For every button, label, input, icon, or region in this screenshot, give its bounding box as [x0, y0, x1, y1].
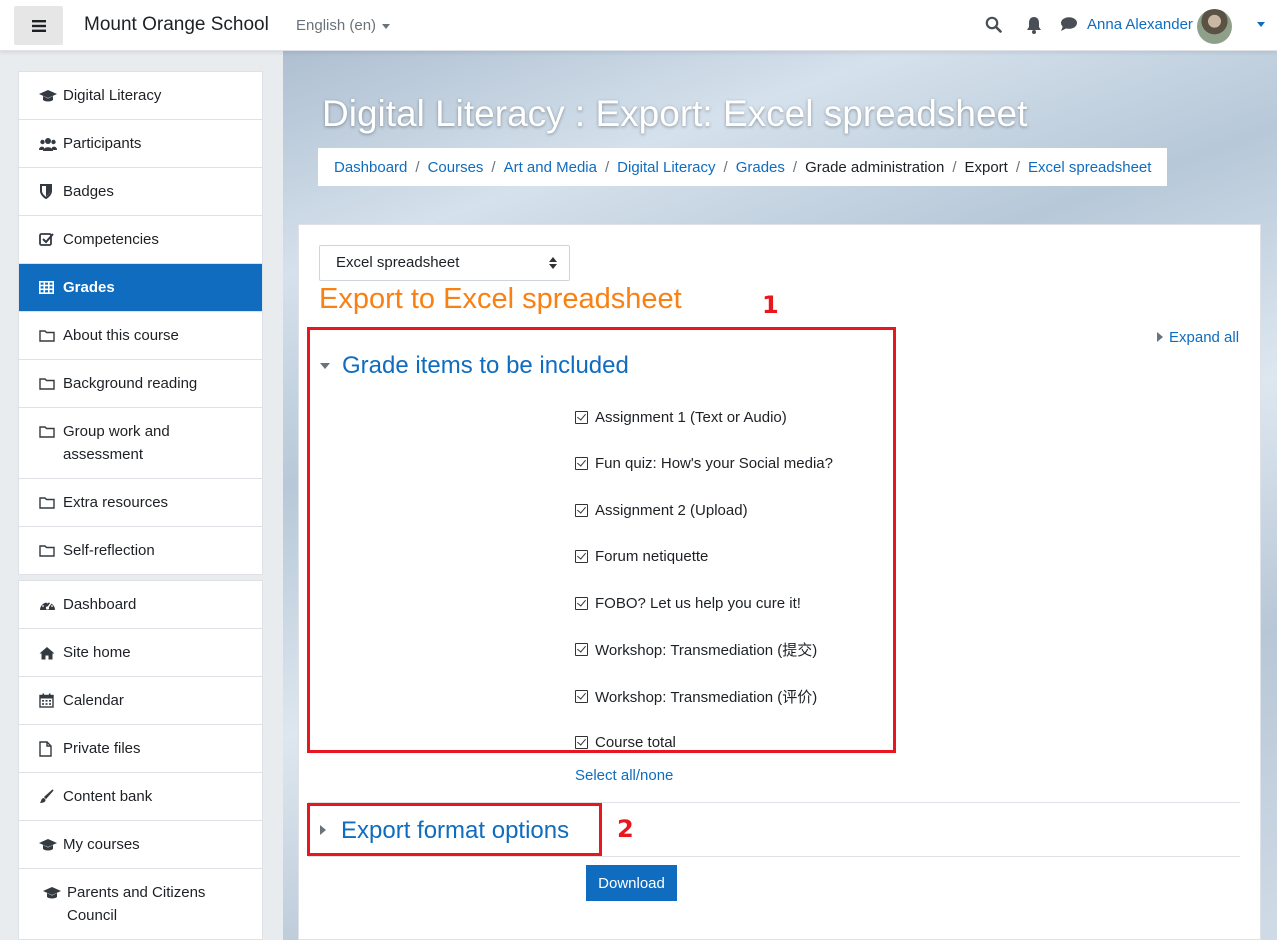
language-label: English (en) [296, 17, 377, 34]
check-square-icon [39, 228, 63, 251]
chat-icon[interactable] [1060, 16, 1078, 32]
shield-icon [39, 180, 63, 203]
folder-icon [39, 372, 63, 395]
sidebar-item-competencies[interactable]: Competencies [19, 216, 262, 264]
expand-all-label: Expand all [1169, 329, 1240, 346]
sidebar-item-label: Calendar [63, 692, 124, 709]
sidebar-item-site-home[interactable]: Site home [19, 629, 262, 677]
chevron-down-icon [382, 23, 391, 29]
hamburger-icon [31, 19, 46, 32]
download-button[interactable]: Download [586, 865, 677, 901]
search-icon[interactable] [985, 16, 1002, 33]
sidebar-item-grades[interactable]: Grades [19, 264, 262, 312]
breadcrumb-separator: / [604, 158, 610, 176]
sidebar-item-calendar[interactable]: Calendar [19, 677, 262, 725]
course-nav: Digital Literacy Participants Badges Com… [18, 71, 263, 575]
select-arrows-icon [549, 257, 557, 269]
site-name[interactable]: Mount Orange School [84, 14, 269, 36]
annotation-number-2: 2 [617, 815, 634, 843]
breadcrumb-item[interactable]: Grades [736, 159, 785, 176]
home-icon [39, 641, 63, 664]
graduation-cap-icon [43, 881, 67, 904]
select-all-none-link[interactable]: Select all/none [575, 767, 673, 784]
breadcrumb-separator: / [792, 158, 798, 176]
breadcrumb-item[interactable]: Art and Media [504, 159, 597, 176]
breadcrumb-separator: / [415, 158, 420, 176]
menu-toggle-button[interactable] [14, 6, 63, 45]
breadcrumb-separator: / [723, 158, 728, 176]
sidebar-item-label: Participants [63, 135, 142, 152]
sidebar-item-extra-resources[interactable]: Extra resources [19, 479, 262, 527]
breadcrumb-item[interactable]: Excel spreadsheet [1028, 159, 1151, 176]
export-heading: Export to Excel spreadsheet [319, 283, 682, 315]
sidebar-item-label: Extra resources [63, 494, 169, 511]
sidebar-item-my-courses[interactable]: My courses [19, 821, 262, 869]
tachometer-icon [39, 593, 63, 616]
sidebar-item-about-this-course[interactable]: About this course [19, 312, 262, 360]
avatar[interactable] [1197, 9, 1232, 44]
bell-icon[interactable] [1026, 16, 1042, 34]
table-icon [39, 276, 63, 299]
sidebar-item-label: Digital Literacy [63, 87, 162, 104]
annotation-box-2 [307, 803, 602, 856]
breadcrumb-separator: / [952, 158, 957, 176]
expand-all-link[interactable]: Expand all [1157, 329, 1239, 346]
breadcrumb-item: Export [964, 158, 1008, 176]
sidebar-item-background-reading[interactable]: Background reading [19, 360, 262, 408]
chevron-down-icon[interactable] [1257, 22, 1265, 27]
file-icon [39, 737, 63, 760]
sidebar-item-label: Dashboard [63, 596, 137, 613]
sidebar-item-private-files[interactable]: Private files [19, 725, 262, 773]
sidebar-item-content-bank[interactable]: Content bank [19, 773, 262, 821]
user-menu-name[interactable]: Anna Alexander [1087, 16, 1193, 33]
sidebar-item-parents-council[interactable]: Parents and Citizens Council [19, 869, 262, 939]
sidebar-item-label: Background reading [63, 375, 198, 392]
sidebar-item-label: Badges [63, 183, 114, 200]
folder-icon [39, 491, 63, 514]
sidebar-item-label: Parents and Citizens Council [67, 884, 206, 924]
site-nav: Dashboard Site home Calendar Private fil… [18, 580, 263, 940]
sidebar-item-label: Site home [63, 644, 131, 661]
breadcrumb-item[interactable]: Dashboard [334, 159, 407, 176]
export-format-select[interactable]: Excel spreadsheet [319, 245, 570, 281]
sidebar-item-label: Self-reflection [63, 542, 155, 559]
folder-icon [39, 420, 63, 443]
sidebar-item-self-reflection[interactable]: Self-reflection [19, 527, 262, 574]
annotation-number-1: 1 [762, 291, 779, 319]
divider [308, 856, 1240, 857]
paint-brush-icon [39, 785, 63, 808]
export-format-select-value: Excel spreadsheet [336, 254, 460, 271]
folder-icon [39, 324, 63, 347]
folder-icon [39, 539, 63, 562]
sidebar-item-participants[interactable]: Participants [19, 120, 262, 168]
sidebar-item-label: My courses [63, 836, 140, 853]
language-menu[interactable]: English (en) [296, 17, 391, 34]
sidebar-item-label: Grades [63, 279, 115, 296]
sidebar-item-dashboard[interactable]: Dashboard [19, 581, 262, 629]
sidebar-item-label: Competencies [63, 231, 159, 248]
sidebar-item-label: Group work and assessment [63, 423, 170, 463]
sidebar-item-group-work[interactable]: Group work and assessment [19, 408, 262, 479]
breadcrumb-item[interactable]: Digital Literacy [617, 159, 715, 176]
page-title: Digital Literacy : Export: Excel spreads… [322, 93, 1028, 134]
breadcrumb-item[interactable]: Courses [428, 159, 484, 176]
calendar-icon [39, 689, 63, 712]
chevron-right-icon [1157, 332, 1163, 343]
sidebar-item-label: Content bank [63, 788, 153, 805]
nav-drawer: Digital Literacy Participants Badges Com… [18, 71, 263, 940]
graduation-cap-icon [39, 833, 63, 856]
top-navbar: Mount Orange School English (en) Anna Al… [0, 0, 1277, 51]
breadcrumb-separator: / [491, 158, 496, 176]
annotation-box-1 [307, 327, 896, 753]
breadcrumb-item: Grade administration [805, 158, 945, 176]
users-icon [39, 132, 63, 155]
graduation-cap-icon [39, 84, 63, 107]
sidebar-item-digital-literacy[interactable]: Digital Literacy [19, 72, 262, 120]
sidebar-item-badges[interactable]: Badges [19, 168, 262, 216]
breadcrumb: Dashboard / Courses / Art and Media / Digital … [318, 148, 1168, 186]
sidebar-item-label: Private files [63, 740, 141, 757]
sidebar-item-label: About this course [63, 327, 179, 344]
breadcrumb-separator: / [1015, 158, 1021, 176]
